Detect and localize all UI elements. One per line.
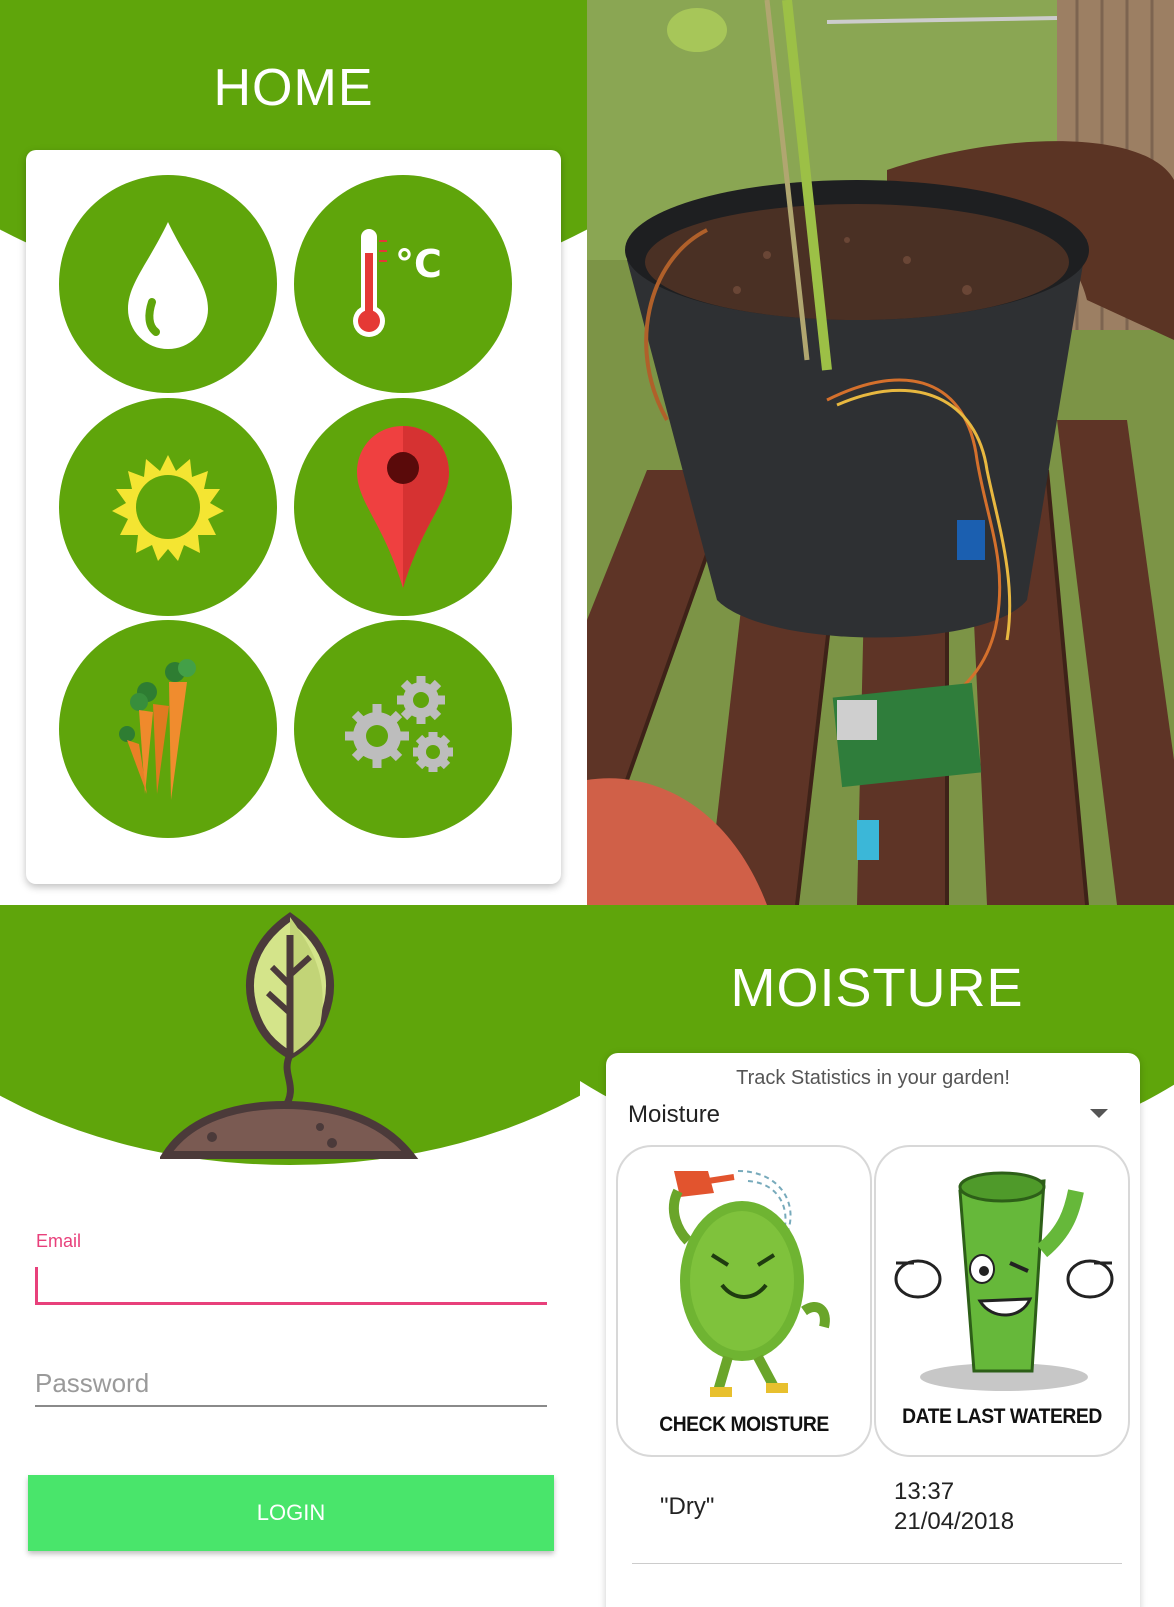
sun-icon bbox=[112, 455, 224, 561]
dropdown-arrow-icon bbox=[1090, 1109, 1108, 1118]
crops-tile[interactable] bbox=[59, 620, 277, 838]
thermometer-icon: °C bbox=[353, 229, 442, 337]
home-screen: HOME °C bbox=[0, 0, 587, 905]
moisture-subtitle: Track Statistics in your garden! bbox=[736, 1067, 1010, 1089]
moisture-title: MOISTURE bbox=[730, 958, 1024, 1018]
dropdown-selected-value: Moisture bbox=[628, 1101, 721, 1128]
settings-tile[interactable] bbox=[294, 620, 512, 838]
password-field[interactable] bbox=[35, 1361, 547, 1407]
location-pin-icon bbox=[357, 426, 449, 588]
watering-can-icon bbox=[894, 1171, 1114, 1391]
row-divider bbox=[632, 1563, 1122, 1564]
home-menu-card: °C bbox=[26, 150, 561, 884]
cactus-watering-icon bbox=[668, 1170, 830, 1397]
date-last-watered-label: DATE LAST WATERED bbox=[902, 1405, 1102, 1428]
login-button[interactable]: LOGIN bbox=[28, 1475, 554, 1551]
statistic-dropdown[interactable]: Moisture bbox=[628, 1097, 1128, 1133]
email-field[interactable] bbox=[35, 1259, 547, 1305]
date-last-watered-button[interactable]: DATE LAST WATERED bbox=[874, 1145, 1130, 1457]
carrots-icon bbox=[119, 659, 196, 800]
login-screen: Email LOGIN bbox=[0, 905, 580, 1607]
celsius-label: °C bbox=[395, 242, 442, 286]
sprout-logo-icon bbox=[160, 912, 419, 1159]
email-label: Email bbox=[36, 1231, 82, 1251]
garden-photo-image bbox=[587, 0, 1174, 905]
moisture-tile[interactable] bbox=[59, 175, 277, 393]
text-cursor bbox=[35, 1267, 38, 1305]
gears-icon bbox=[345, 676, 453, 772]
last-watered-date: 21/04/2018 bbox=[894, 1508, 1015, 1535]
moisture-card: Track Statistics in your garden! Moistur… bbox=[606, 1053, 1140, 1607]
last-watered-time: 13:37 bbox=[894, 1478, 955, 1505]
water-drop-icon bbox=[128, 222, 208, 349]
location-tile[interactable] bbox=[294, 398, 512, 616]
check-moisture-label: CHECK MOISTURE bbox=[659, 1413, 829, 1436]
plant-pot-sensor-photo bbox=[587, 0, 1174, 905]
moisture-reading-value: "Dry" bbox=[660, 1493, 715, 1520]
check-moisture-button[interactable]: CHECK MOISTURE bbox=[616, 1145, 872, 1457]
moisture-screen: MOISTURE Track Statistics in your garden… bbox=[580, 905, 1174, 1607]
sunlight-tile[interactable] bbox=[59, 398, 277, 616]
last-watered-timestamp: 13:37 21/04/2018 bbox=[894, 1477, 1014, 1537]
home-title: HOME bbox=[213, 59, 374, 117]
temperature-tile[interactable]: °C bbox=[294, 175, 512, 393]
